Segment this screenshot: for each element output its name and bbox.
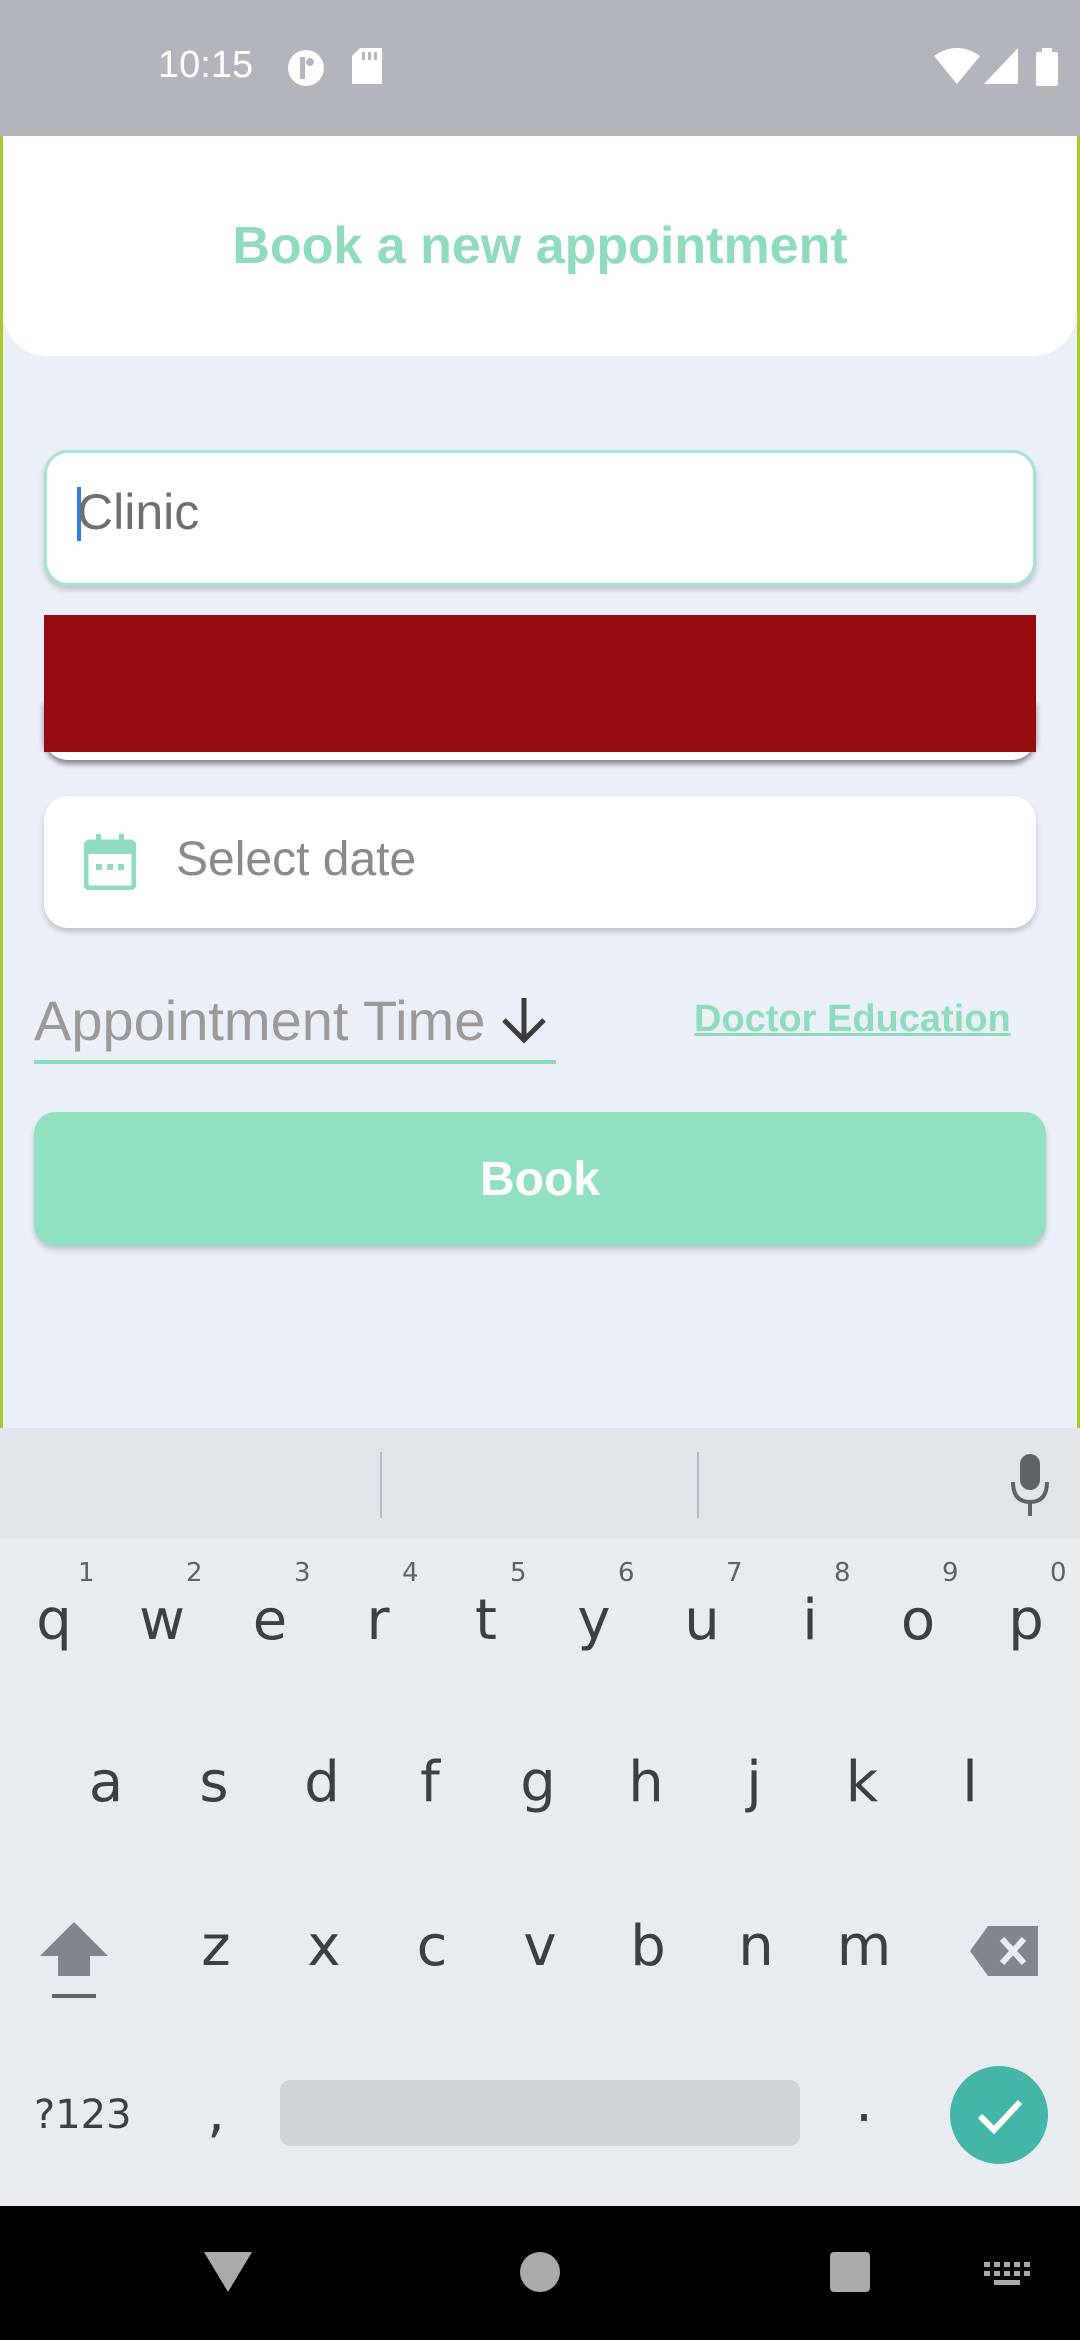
- app-notification-icon: [288, 50, 324, 86]
- key-a[interactable]: a: [66, 1750, 146, 1815]
- key-hint-4: 4: [402, 1558, 419, 1588]
- book-button[interactable]: Book: [34, 1112, 1046, 1246]
- key-b[interactable]: b: [608, 1914, 688, 1979]
- key-d[interactable]: d: [282, 1750, 362, 1815]
- key-hint-3: 3: [294, 1558, 311, 1588]
- soft-keyboard: q1w2e3r4t5y6u7i8o9p0 asdfghjkl zxcvbnm ?…: [0, 1428, 1080, 2206]
- arrow-down-icon: [502, 998, 546, 1044]
- key-z[interactable]: z: [176, 1914, 256, 1979]
- key-f[interactable]: f: [390, 1750, 470, 1815]
- key-hint-9: 9: [942, 1558, 959, 1588]
- key-w[interactable]: w: [122, 1588, 202, 1653]
- suggestion-strip: [0, 1428, 1080, 1538]
- comma-key[interactable]: ,: [176, 2080, 256, 2145]
- doctor-education-link[interactable]: Doctor Education: [694, 998, 1011, 1041]
- page-title: Book a new appointment: [232, 217, 848, 275]
- status-time: 10:15: [158, 44, 254, 86]
- cellular-signal-icon: [984, 48, 1018, 84]
- sd-card-icon: [352, 48, 382, 84]
- appointment-time-label: Appointment Time: [34, 989, 486, 1052]
- suggestion-divider: [697, 1452, 699, 1518]
- key-l[interactable]: l: [930, 1750, 1010, 1815]
- navigation-bar: [0, 2206, 1080, 2340]
- clinic-input-value: Clinic: [77, 484, 200, 540]
- redacted-block: [44, 615, 1036, 752]
- key-hint-6: 6: [618, 1558, 635, 1588]
- backspace-icon[interactable]: [970, 1926, 1038, 1976]
- symbols-key[interactable]: ?123: [34, 2092, 132, 2138]
- key-j[interactable]: j: [714, 1750, 794, 1815]
- header: Book a new appointment: [3, 136, 1077, 356]
- key-g[interactable]: g: [498, 1750, 578, 1815]
- key-n[interactable]: n: [716, 1914, 796, 1979]
- key-s[interactable]: s: [174, 1750, 254, 1815]
- key-e[interactable]: e: [230, 1588, 310, 1653]
- microphone-icon[interactable]: [1010, 1454, 1050, 1516]
- key-x[interactable]: x: [284, 1914, 364, 1979]
- keyboard-switch-icon[interactable]: [984, 2262, 1030, 2286]
- date-picker-field[interactable]: Select date: [44, 796, 1036, 928]
- key-v[interactable]: v: [500, 1914, 580, 1979]
- wifi-icon: [934, 48, 980, 84]
- battery-icon: [1036, 48, 1058, 86]
- key-c[interactable]: c: [392, 1914, 472, 1979]
- key-k[interactable]: k: [822, 1750, 902, 1815]
- calendar-icon: [84, 834, 136, 890]
- checkmark-icon: [977, 2099, 1023, 2135]
- enter-key[interactable]: [950, 2066, 1048, 2164]
- key-hint-5: 5: [510, 1558, 527, 1588]
- key-h[interactable]: h: [606, 1750, 686, 1815]
- key-r[interactable]: r: [338, 1588, 418, 1653]
- shift-icon[interactable]: [36, 1918, 112, 2002]
- key-q[interactable]: q: [14, 1588, 94, 1653]
- recents-icon[interactable]: [830, 2252, 870, 2292]
- back-icon[interactable]: [204, 2252, 252, 2292]
- space-bar[interactable]: [280, 2080, 800, 2146]
- home-icon[interactable]: [520, 2252, 560, 2292]
- clinic-input[interactable]: Clinic: [44, 450, 1036, 586]
- key-hint-8: 8: [834, 1558, 851, 1588]
- key-u[interactable]: u: [662, 1588, 742, 1653]
- key-hint-7: 7: [726, 1558, 743, 1588]
- appointment-time-dropdown[interactable]: Appointment Time: [34, 988, 556, 1064]
- key-hint-0: 0: [1050, 1558, 1067, 1588]
- key-hint-2: 2: [186, 1558, 203, 1588]
- key-t[interactable]: t: [446, 1588, 526, 1653]
- key-i[interactable]: i: [770, 1588, 850, 1653]
- period-key[interactable]: .: [824, 2070, 904, 2135]
- book-button-label: Book: [480, 1153, 600, 1206]
- key-o[interactable]: o: [878, 1588, 958, 1653]
- key-hint-1: 1: [78, 1558, 95, 1588]
- key-y[interactable]: y: [554, 1588, 634, 1653]
- date-placeholder: Select date: [176, 833, 417, 886]
- key-p[interactable]: p: [986, 1588, 1066, 1653]
- key-m[interactable]: m: [824, 1914, 904, 1979]
- suggestion-divider: [380, 1452, 382, 1518]
- status-bar: 10:15: [0, 0, 1080, 136]
